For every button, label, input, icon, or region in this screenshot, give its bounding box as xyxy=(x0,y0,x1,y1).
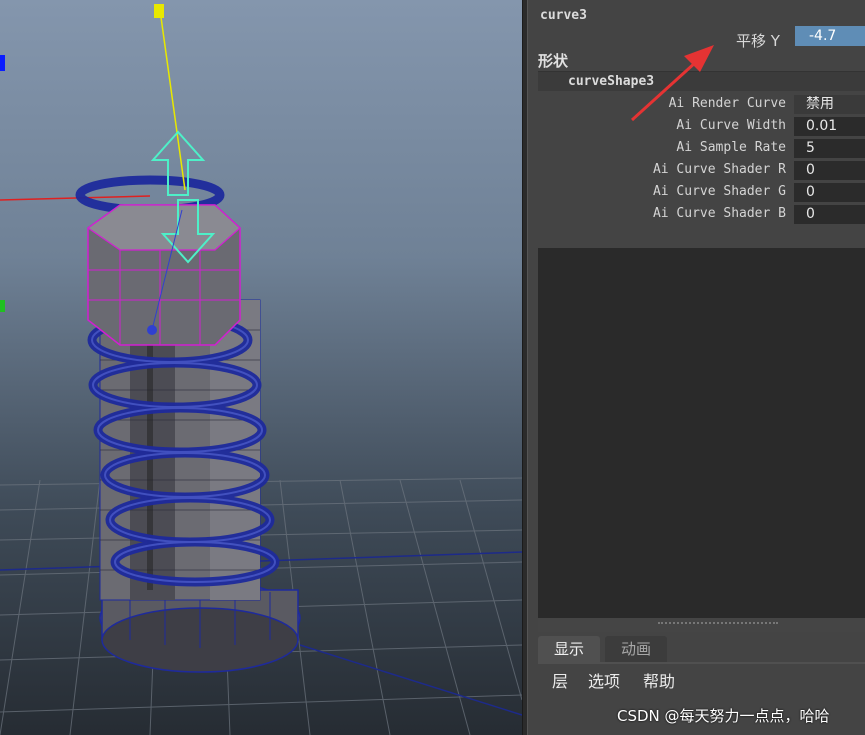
red-annotation-arrow-icon xyxy=(630,45,714,122)
watermark-text: CSDN @每天努力一点点，哈哈 xyxy=(617,707,830,725)
